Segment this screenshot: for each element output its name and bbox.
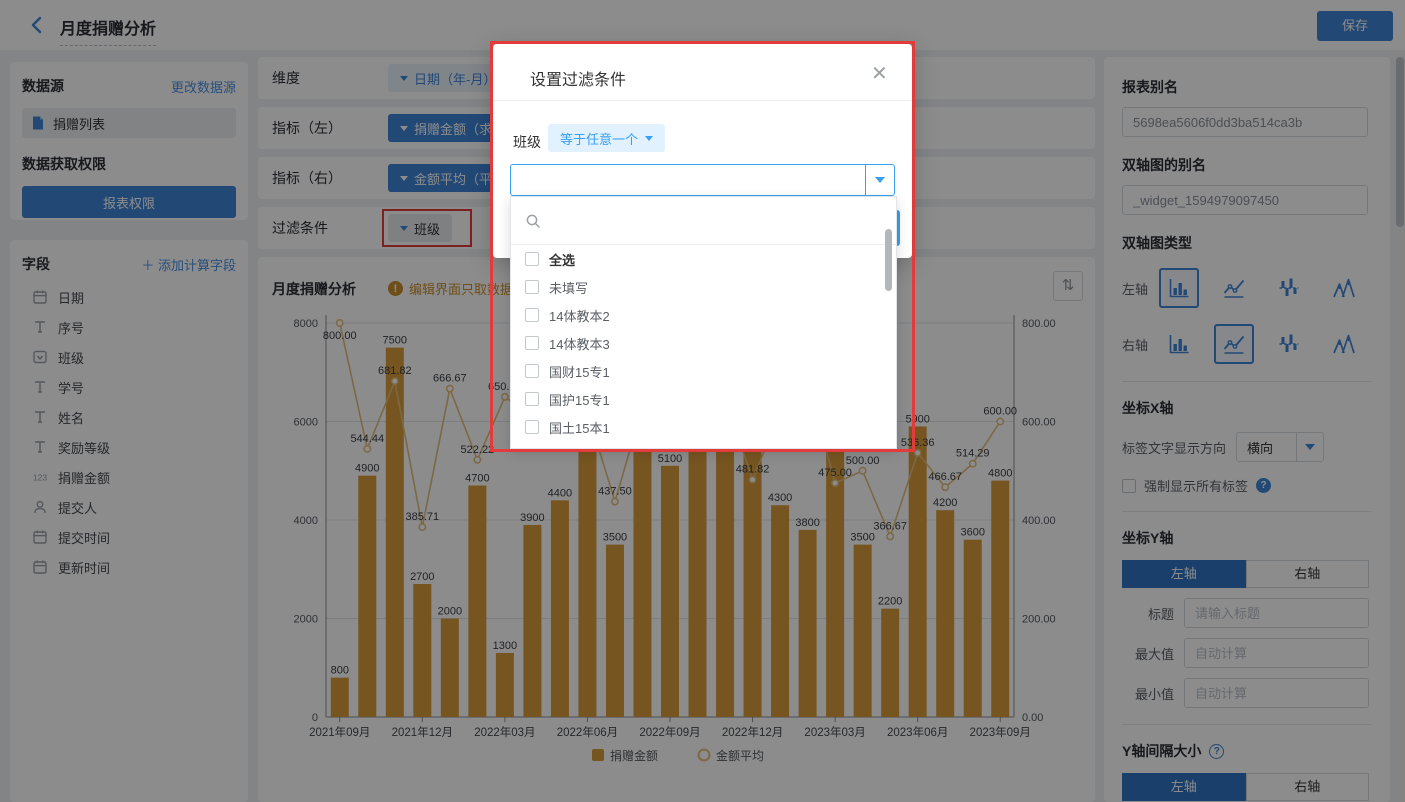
filter-field-label: 班级 bbox=[513, 132, 541, 152]
option-checkbox[interactable] bbox=[525, 420, 539, 434]
close-icon[interactable]: ✕ bbox=[871, 61, 888, 86]
option-label: 国财15专1 bbox=[549, 362, 610, 381]
option-label: 14体教本3 bbox=[549, 334, 610, 353]
option-label: 全选 bbox=[549, 250, 575, 269]
dropdown-option-14体教本2[interactable]: 14体教本2 bbox=[511, 301, 896, 329]
dropdown-search-input[interactable] bbox=[549, 206, 896, 236]
dropdown-option-list: 全选未填写 14体教本2 14体教本3 国财15专1 国护15专1 国土15本1 国土16本… bbox=[511, 245, 896, 449]
dropdown-search-row bbox=[511, 197, 896, 245]
option-checkbox[interactable] bbox=[525, 392, 539, 406]
dialog-title: 设置过滤条件 bbox=[530, 66, 626, 90]
search-icon bbox=[525, 213, 541, 229]
option-checkbox[interactable] bbox=[525, 252, 539, 266]
chevron-down-icon bbox=[875, 177, 885, 183]
option-label: 国护15专1 bbox=[549, 390, 610, 409]
dropdown-option-国财15专1[interactable]: 国财15专1 bbox=[511, 357, 896, 385]
dropdown-scrollbar-thumb[interactable] bbox=[885, 229, 892, 291]
operator-chip[interactable]: 等于任意一个 bbox=[548, 124, 665, 152]
option-checkbox[interactable] bbox=[525, 448, 539, 449]
dropdown-option-14体教本3[interactable]: 14体教本3 bbox=[511, 329, 896, 357]
option-label: 未填写 bbox=[549, 278, 588, 297]
filter-value-select[interactable] bbox=[510, 164, 895, 196]
option-checkbox[interactable] bbox=[525, 336, 539, 350]
dropdown-option-全选[interactable]: 全选 bbox=[511, 245, 896, 273]
option-label: 国土16本1 bbox=[549, 446, 610, 450]
chevron-down-icon bbox=[645, 136, 653, 141]
filter-options-dropdown: 全选未填写 14体教本2 14体教本3 国财15专1 国护15专1 国土15本1 国土16本… bbox=[510, 196, 897, 449]
option-checkbox[interactable] bbox=[525, 280, 539, 294]
dropdown-option-未填写[interactable]: 未填写 bbox=[511, 273, 896, 301]
dropdown-option-国护15专1[interactable]: 国护15专1 bbox=[511, 385, 896, 413]
dropdown-option-国土16本1[interactable]: 国土16本1 bbox=[511, 441, 896, 449]
option-label: 国土15本1 bbox=[549, 418, 610, 437]
dropdown-option-国土15本1[interactable]: 国土15本1 bbox=[511, 413, 896, 441]
option-checkbox[interactable] bbox=[525, 308, 539, 322]
app-window: 月度捐赠分析 保存 数据源 更改数据源 捐赠列表 数据获取权限 报表权限 字段 … bbox=[0, 0, 1405, 802]
option-checkbox[interactable] bbox=[525, 364, 539, 378]
option-label: 14体教本2 bbox=[549, 306, 610, 325]
